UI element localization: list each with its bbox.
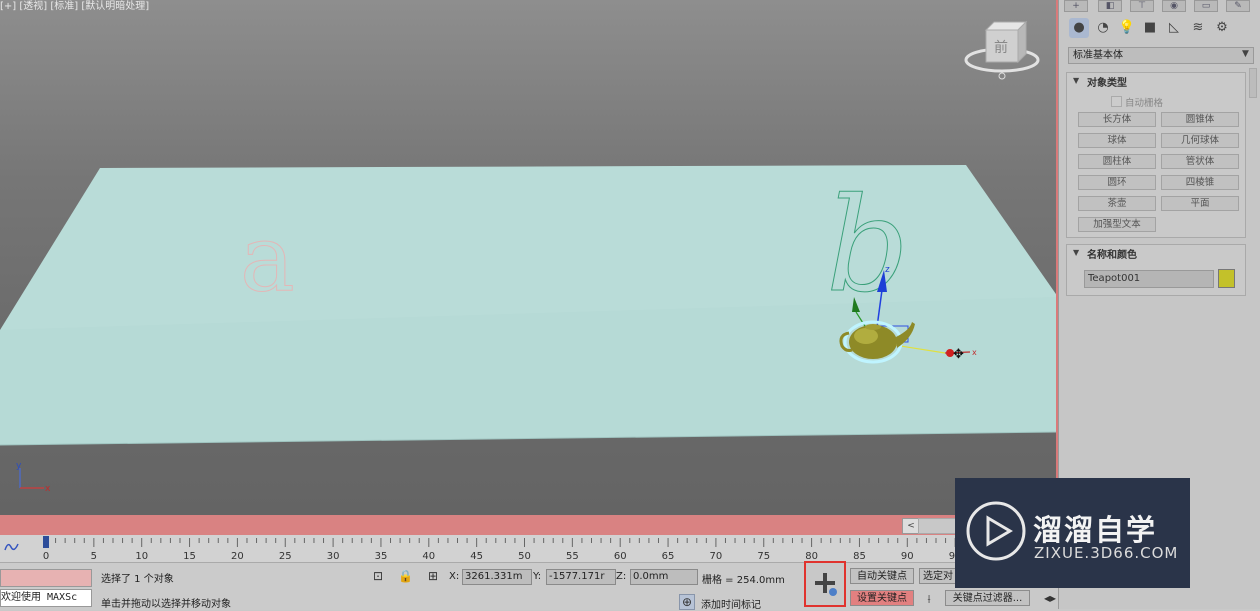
torus-button[interactable]: 圆环 [1078,175,1156,190]
view-cube-face: 前 [994,39,1008,56]
ruler-label: 5 [91,551,97,562]
absolute-mode-icon[interactable]: ⊞ [426,569,440,583]
view-cube[interactable]: 前 [960,16,1046,82]
watermark-title: 溜溜自学 [1033,513,1158,547]
ruler-label: 30 [327,551,340,562]
x-label: X: [449,571,460,582]
key-filters-button[interactable]: 关键点过滤器... [945,590,1030,606]
geosphere-button[interactable]: 几何球体 [1161,133,1239,148]
systems-icon[interactable]: ⚙ [1212,18,1232,38]
ruler-label: 90 [901,551,914,562]
object-name-field[interactable]: Teapot001 [1084,270,1214,288]
plane-button[interactable]: 平面 [1161,196,1239,211]
helpers-icon[interactable]: ◺ [1164,18,1184,38]
shapes-icon[interactable]: ◔ [1093,18,1113,38]
ruler-label: 70 [710,551,723,562]
prev-frame-icon[interactable]: ◂▸ [1043,591,1057,605]
gizmo-x-label: x [972,348,977,357]
play-logo-icon [966,501,1026,561]
cameras-icon[interactable]: ■ [1140,18,1160,38]
x-coordinate-field[interactable]: 3261.331m [462,569,532,585]
name-color-title[interactable]: 名称和颜色 [1087,246,1137,261]
frame-ruler: 05101520253035404550556065707580859095 [43,536,960,562]
category-dropdown[interactable]: 标准基本体 [1068,47,1254,64]
svg-text:y: y [16,461,22,471]
lock-icon[interactable]: 🔒 [398,569,413,583]
box-button[interactable]: 长方体 [1078,112,1156,127]
space-warps-icon[interactable]: ≋ [1188,18,1208,38]
axis-tripod: y x [16,461,51,494]
cone-button[interactable]: 圆锥体 [1161,112,1239,127]
selected-dropdown[interactable]: 选定对 [919,568,957,584]
cylinder-button[interactable]: 圆柱体 [1078,154,1156,169]
ruler-label: 20 [231,551,244,562]
panel-scrollbar[interactable] [1249,68,1257,98]
utilities-tab-icon[interactable]: ✎ [1226,0,1250,12]
text-shape-b[interactable]: b [826,169,910,322]
display-tab-icon[interactable]: ▭ [1194,0,1218,12]
tube-button[interactable]: 管状体 [1161,154,1239,169]
selection-status: 选择了 1 个对象 [101,574,174,585]
autogrid-label: 自动栅格 [1125,98,1164,109]
isolate-selection-icon[interactable]: ⊡ [371,569,385,583]
textplus-button[interactable]: 加强型文本 [1078,217,1156,232]
gizmo-z-label: z [885,265,890,275]
hierarchy-tab-icon[interactable]: ⊤ [1130,0,1154,12]
ruler-label: 25 [279,551,292,562]
watermark-url: ZIXUE.3D66.COM [1034,544,1179,562]
ruler-label: 10 [135,551,148,562]
text-shape-a[interactable]: a [240,205,296,313]
collapse-icon[interactable]: ▼ [1073,248,1079,257]
viewport-scene: a b z x ✥ [0,165,1058,446]
autogrid-checkbox[interactable] [1111,96,1122,107]
ruler-label: 60 [614,551,627,562]
ruler-label: 65 [662,551,675,562]
collapse-icon[interactable]: ▼ [1073,76,1079,85]
perspective-viewport[interactable]: a b z x ✥ [+] [透视] [标准] [默认明暗处理] 前 y x [0,0,1058,515]
z-label: Z: [616,571,627,582]
time-slider[interactable] [0,515,1058,535]
ruler-label: 45 [470,551,483,562]
pyramid-button[interactable]: 四棱锥 [1161,175,1239,190]
dropdown-arrow-icon: ▼ [1242,49,1249,59]
key-plus-icon [815,573,837,596]
set-key-button[interactable] [804,561,846,607]
teapot-button[interactable]: 茶壶 [1078,196,1156,211]
lights-icon[interactable]: 💡 [1117,18,1137,38]
modify-tab-icon[interactable]: ◧ [1098,0,1122,12]
ruler-label: 50 [518,551,531,562]
set-key-mode-button[interactable]: 设置关键点 [850,590,914,606]
create-tab-icon[interactable]: + [1064,0,1088,12]
time-tag-icon[interactable]: ⊕ [679,594,695,610]
ruler-label: 40 [422,551,435,562]
z-coordinate-field[interactable]: 0.0mm [630,569,698,585]
ruler-label: 75 [757,551,770,562]
ruler-label: 35 [375,551,388,562]
ruler-label: 0 [43,551,49,562]
auto-key-button[interactable]: 自动关键点 [850,568,914,584]
motion-tab-icon[interactable]: ◉ [1162,0,1186,12]
y-label: Y: [533,571,542,582]
object-color-swatch[interactable] [1218,269,1235,288]
svg-text:x: x [45,484,51,494]
ruler-label: 15 [183,551,196,562]
ruler-label: 85 [853,551,866,562]
viewport-label[interactable]: [+] [透视] [标准] [默认明暗处理] [0,0,149,12]
maxscript-listener-pink[interactable] [0,569,92,587]
maxscript-mini-listener[interactable]: 欢迎使用 MAXSc [0,589,92,607]
key-mode-icon[interactable]: ⟊ [922,592,936,606]
prompt-line: 单击并拖动以选择并移动对象 [101,599,231,610]
current-frame-marker [43,536,49,548]
object-type-title[interactable]: 对象类型 [1087,74,1127,89]
ruler-label: 55 [566,551,579,562]
grid-size: 栅格 = 254.0mm [702,575,785,586]
geometry-icon[interactable]: ● [1069,18,1089,38]
y-coordinate-field[interactable]: -1577.171r [546,569,616,585]
sphere-button[interactable]: 球体 [1078,133,1156,148]
move-cursor-icon: ✥ [953,347,964,362]
